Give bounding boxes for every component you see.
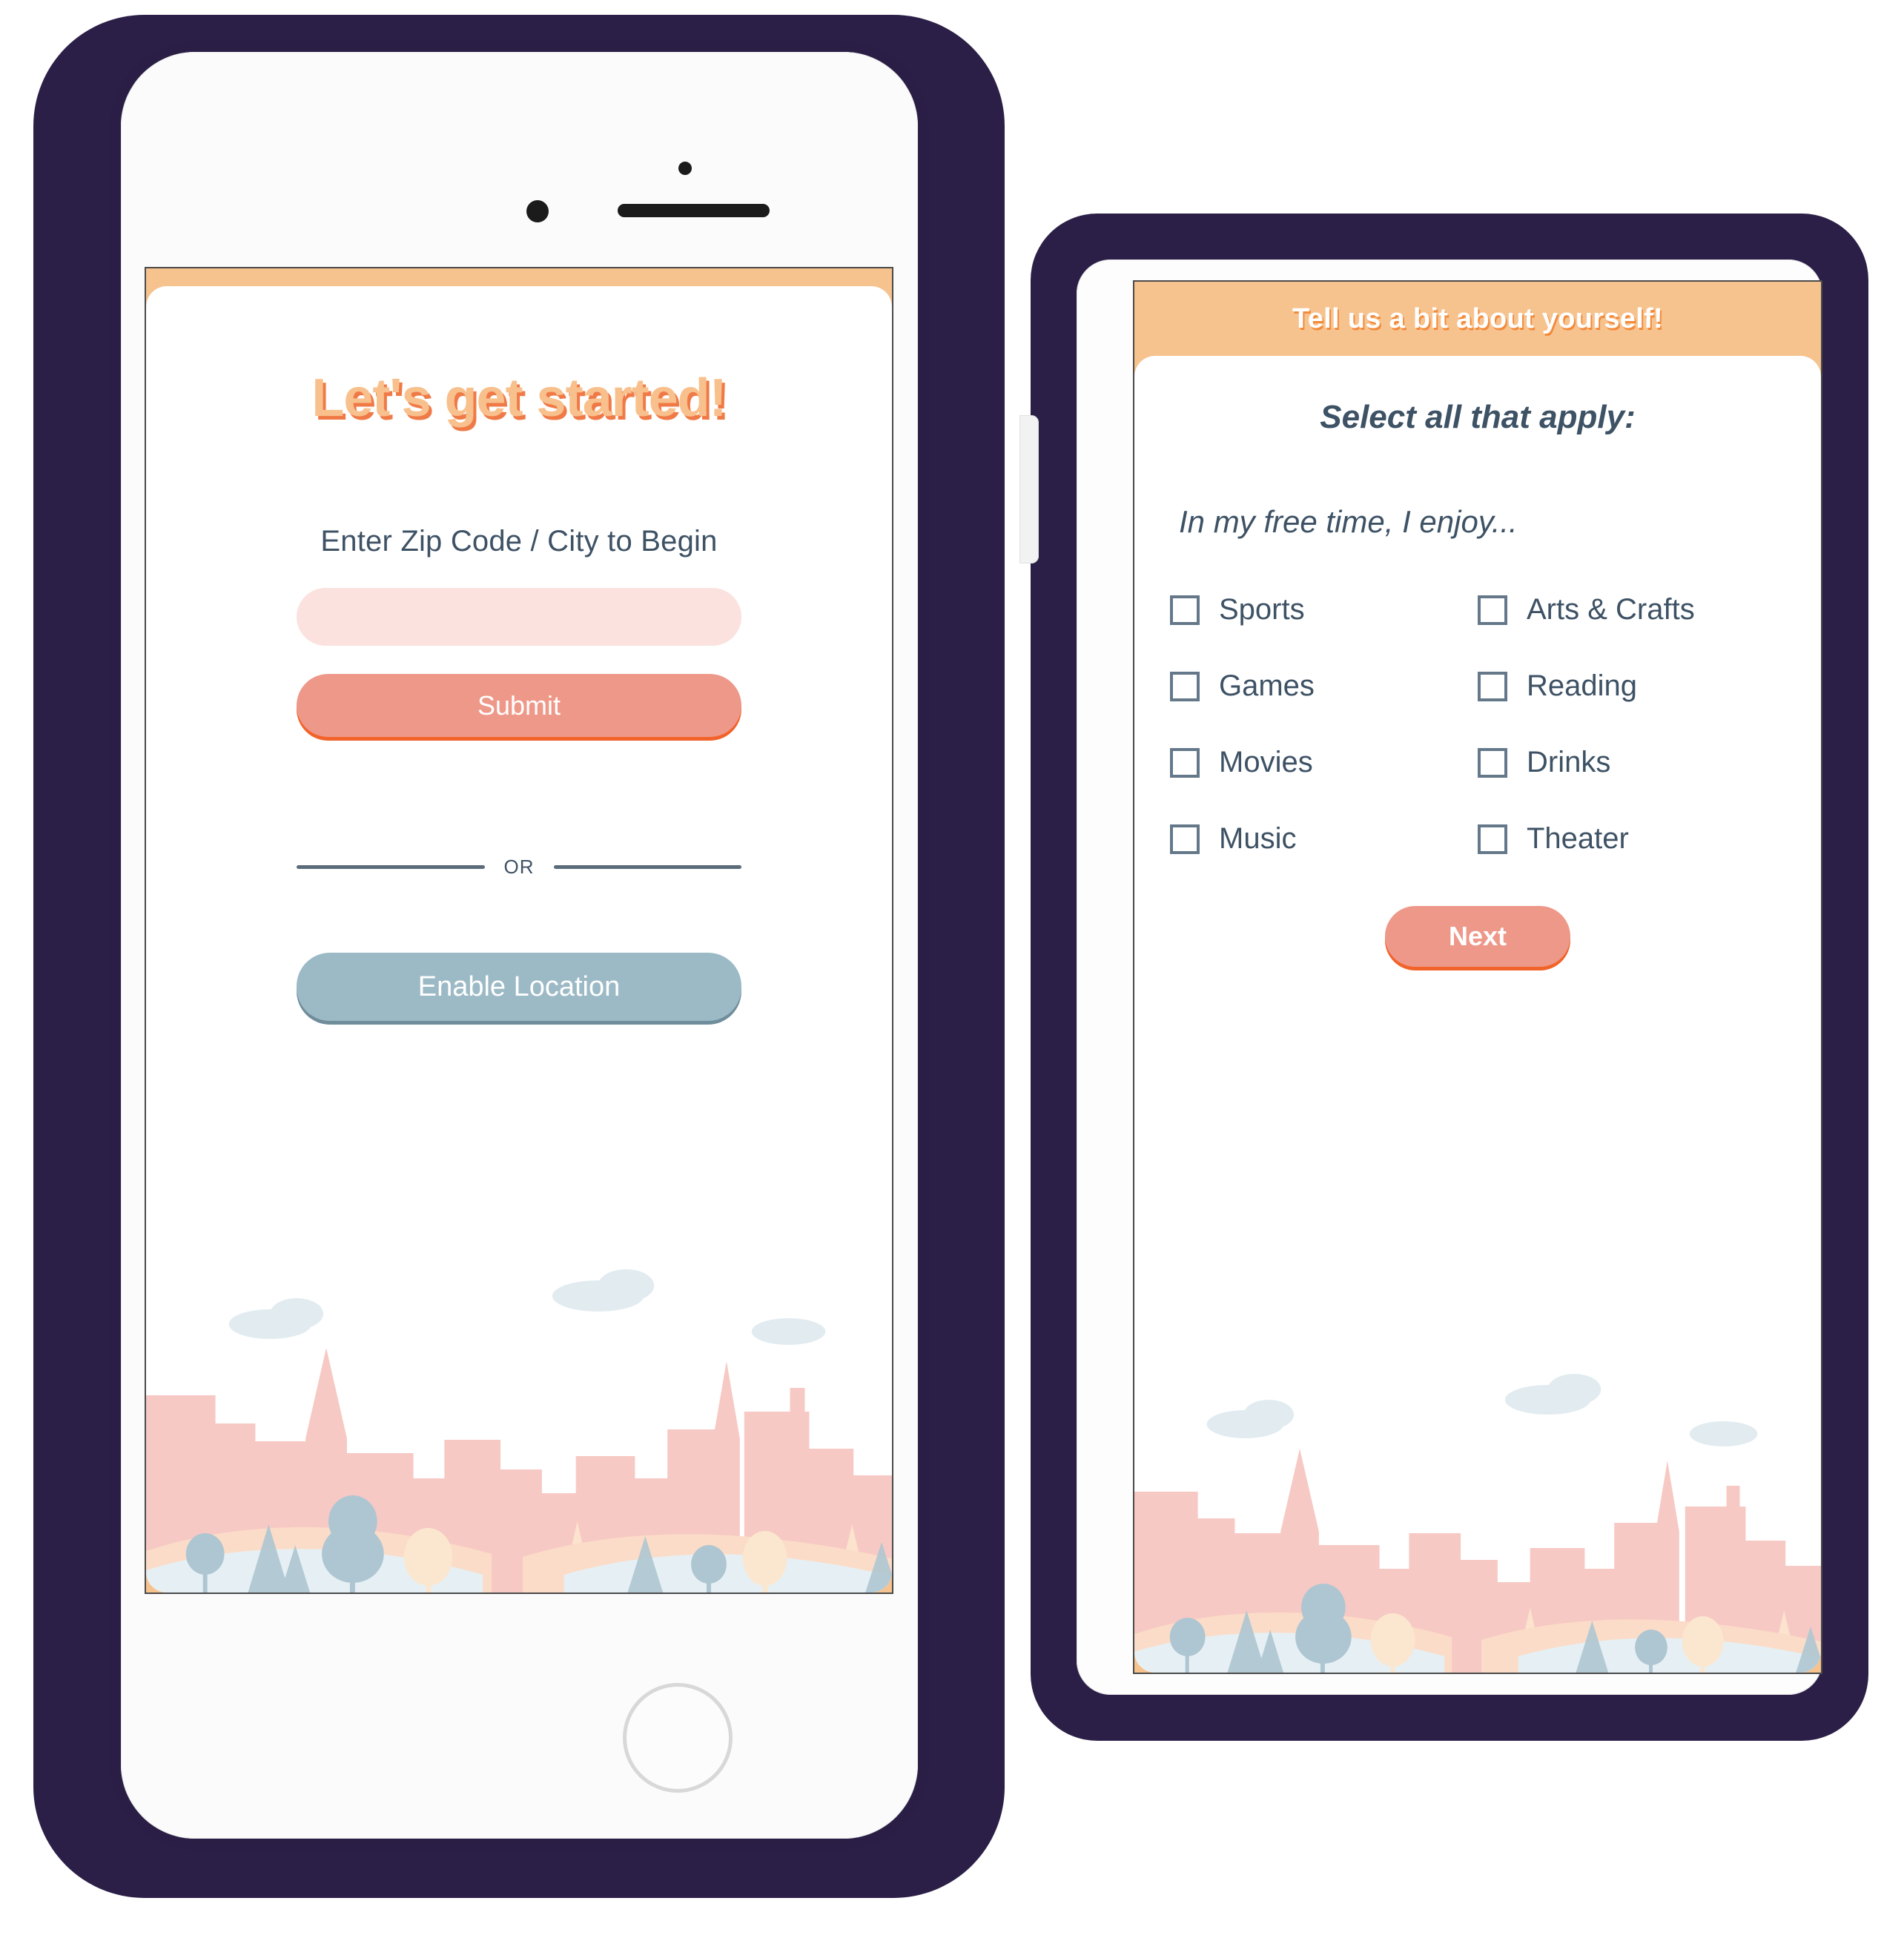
interest-option-label: Theater bbox=[1527, 822, 1629, 855]
front-camera-icon bbox=[526, 200, 549, 222]
earpiece-speaker-icon bbox=[618, 204, 770, 217]
interest-option-label: Arts & Crafts bbox=[1527, 593, 1695, 626]
page-title: Let's get started! bbox=[311, 368, 727, 428]
interests-header-title: Tell us a bit about yourself! bbox=[1134, 282, 1821, 356]
free-time-prompt: In my free time, I enjoy... bbox=[1179, 504, 1518, 539]
power-button[interactable] bbox=[1019, 415, 1039, 563]
phone-left-frame: Let's get started! Enter Zip Code / City… bbox=[33, 15, 1039, 1898]
phone-right-screen: Tell us a bit about yourself! Select all… bbox=[1133, 280, 1822, 1674]
next-button[interactable]: Next bbox=[1385, 906, 1570, 967]
checkbox-icon[interactable] bbox=[1170, 595, 1200, 625]
proximity-sensor-icon bbox=[678, 162, 692, 175]
interests-content: Select all that apply: In my free time, … bbox=[1134, 356, 1821, 1673]
checkbox-icon[interactable] bbox=[1478, 824, 1507, 854]
onboarding-interests-screen: Tell us a bit about yourself! Select all… bbox=[1134, 282, 1821, 1673]
home-button[interactable] bbox=[623, 1683, 733, 1793]
start-content: Let's get started! Enter Zip Code / City… bbox=[146, 286, 892, 1593]
interest-option-label: Games bbox=[1219, 669, 1315, 702]
submit-button[interactable]: Submit bbox=[297, 674, 741, 737]
onboarding-start-screen: Let's get started! Enter Zip Code / City… bbox=[146, 268, 892, 1593]
divider-line-left bbox=[297, 865, 485, 869]
checkbox-icon[interactable] bbox=[1170, 824, 1200, 854]
checkbox-icon[interactable] bbox=[1478, 595, 1507, 625]
divider-line-right bbox=[553, 865, 741, 869]
interest-option-drinks[interactable]: Drinks bbox=[1478, 746, 1785, 779]
interests-card: Select all that apply: In my free time, … bbox=[1134, 356, 1821, 1673]
interest-option-arts-crafts[interactable]: Arts & Crafts bbox=[1478, 593, 1785, 626]
or-divider: OR bbox=[297, 856, 741, 879]
select-all-subtitle: Select all that apply: bbox=[1320, 399, 1636, 435]
interest-option-reading[interactable]: Reading bbox=[1478, 669, 1785, 703]
mockup-stage: Tell us a bit about yourself! Select all… bbox=[0, 0, 1904, 1938]
interest-option-label: Sports bbox=[1219, 593, 1305, 626]
interest-option-sports[interactable]: Sports bbox=[1170, 593, 1478, 626]
start-card: Let's get started! Enter Zip Code / City… bbox=[146, 286, 892, 1593]
interest-option-music[interactable]: Music bbox=[1170, 822, 1478, 856]
phone-left-bezel: Let's get started! Enter Zip Code / City… bbox=[121, 52, 918, 1839]
phone-right-bezel: Tell us a bit about yourself! Select all… bbox=[1077, 259, 1822, 1695]
phone-right-frame: Tell us a bit about yourself! Select all… bbox=[1031, 214, 1868, 1741]
zip-field-label: Enter Zip Code / City to Begin bbox=[320, 525, 718, 558]
interest-option-games[interactable]: Games bbox=[1170, 669, 1478, 703]
phone-left-screen: Let's get started! Enter Zip Code / City… bbox=[145, 267, 893, 1594]
start-header-bar bbox=[146, 268, 892, 286]
interest-option-label: Drinks bbox=[1527, 746, 1611, 778]
checkbox-icon[interactable] bbox=[1478, 747, 1507, 778]
checkbox-icon[interactable] bbox=[1170, 671, 1200, 701]
interest-option-label: Movies bbox=[1219, 746, 1313, 778]
interest-option-movies[interactable]: Movies bbox=[1170, 746, 1478, 779]
checkbox-icon[interactable] bbox=[1478, 671, 1507, 701]
interest-option-label: Reading bbox=[1527, 669, 1638, 702]
interest-option-theater[interactable]: Theater bbox=[1478, 822, 1785, 856]
interest-option-label: Music bbox=[1219, 822, 1297, 855]
or-label: OR bbox=[503, 856, 535, 878]
interest-options-grid: Sports Arts & Crafts Games Reading Movie… bbox=[1134, 593, 1821, 856]
enable-location-button[interactable]: Enable Location bbox=[297, 953, 741, 1021]
zip-code-input[interactable] bbox=[297, 588, 741, 646]
checkbox-icon[interactable] bbox=[1170, 747, 1200, 778]
